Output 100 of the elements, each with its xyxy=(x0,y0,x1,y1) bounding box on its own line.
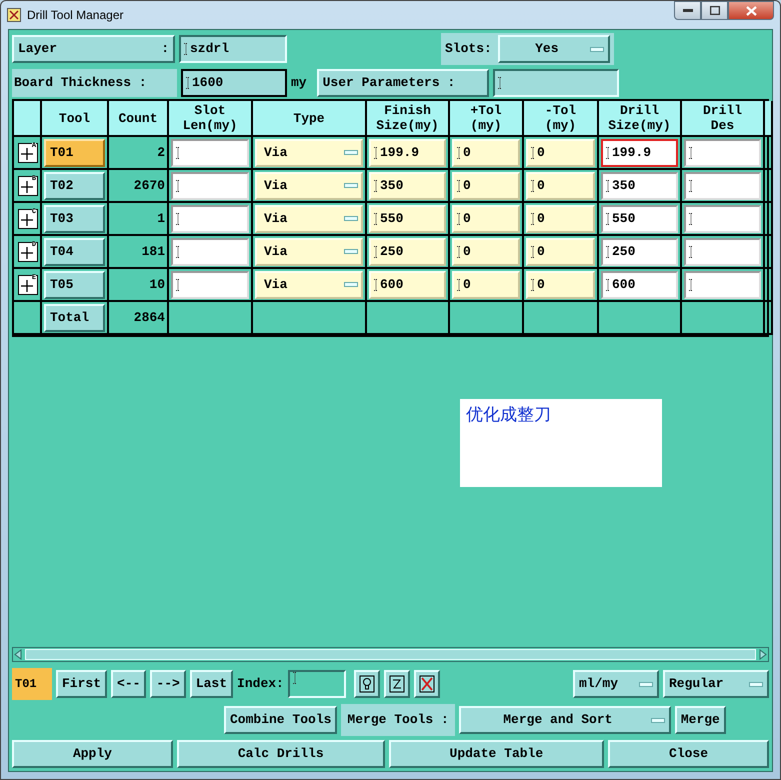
total-button[interactable]: Total xyxy=(44,304,105,332)
text-cursor-icon xyxy=(186,77,190,89)
table-field[interactable] xyxy=(171,172,249,200)
nav-button[interactable]: Last xyxy=(190,670,234,698)
column-header: Drill Size(my) xyxy=(599,101,682,137)
column-header: Finish Size(my) xyxy=(367,101,450,137)
table-field[interactable] xyxy=(684,172,761,200)
slots-label: Slots: xyxy=(445,40,492,58)
tool-button[interactable]: T02 xyxy=(44,172,105,200)
table-field[interactable]: 600 xyxy=(369,270,446,298)
bulb-icon[interactable] xyxy=(358,675,375,693)
user-parameters-button[interactable]: User Parameters : xyxy=(316,69,489,97)
add-icon[interactable] xyxy=(18,274,38,294)
table-field[interactable] xyxy=(684,270,761,298)
text-cursor-icon xyxy=(689,180,693,192)
horizontal-scrollbar[interactable] xyxy=(12,647,769,662)
tool-button[interactable]: T05 xyxy=(44,270,105,298)
close-button[interactable] xyxy=(728,1,774,20)
table-field[interactable]: 0 xyxy=(526,138,595,166)
table-field[interactable]: 0 xyxy=(526,270,595,298)
type-dropdown[interactable]: Via xyxy=(255,238,363,266)
table-field[interactable]: 350 xyxy=(601,172,678,200)
column-header: +Tol (my) xyxy=(450,101,524,137)
maximize-button[interactable] xyxy=(701,1,728,20)
text-cursor-icon xyxy=(176,278,180,290)
table-field[interactable] xyxy=(171,238,249,266)
units-dropdown[interactable]: ml/my xyxy=(573,670,659,698)
table-field[interactable] xyxy=(171,204,249,232)
slots-dropdown[interactable]: Yes xyxy=(498,35,610,63)
board-thickness-field[interactable]: 1600 xyxy=(181,69,287,97)
table-field[interactable]: 250 xyxy=(601,238,678,266)
nav-button[interactable]: --> xyxy=(150,670,186,698)
table-field[interactable] xyxy=(684,138,761,166)
add-icon[interactable] xyxy=(18,142,38,162)
table-field[interactable]: 0 xyxy=(452,172,520,200)
add-icon[interactable] xyxy=(18,242,38,262)
add-icon[interactable] xyxy=(18,176,38,196)
add-icon[interactable] xyxy=(18,208,38,228)
table-field[interactable]: 550 xyxy=(601,204,678,232)
type-dropdown[interactable]: Via xyxy=(255,138,363,166)
column-header: -Tol (my) xyxy=(524,101,599,137)
action-button[interactable]: Apply xyxy=(12,740,173,768)
table-field[interactable]: 199.9 xyxy=(369,138,446,166)
text-cursor-icon xyxy=(176,212,180,224)
tool-button[interactable]: T04 xyxy=(44,238,105,266)
table-field[interactable]: 0 xyxy=(452,238,520,266)
text-cursor-icon xyxy=(606,246,610,258)
column-header: Count xyxy=(109,101,169,137)
type-dropdown[interactable]: Via xyxy=(255,204,363,232)
table-field[interactable]: 0 xyxy=(526,204,595,232)
combine-tools-button[interactable]: Combine Tools xyxy=(224,706,338,734)
text-cursor-icon xyxy=(457,180,461,192)
board-thickness-label: Board Thickness : xyxy=(12,69,177,97)
app-icon xyxy=(7,8,21,22)
text-cursor-icon xyxy=(531,180,535,192)
type-dropdown[interactable]: Via xyxy=(255,172,363,200)
mode-dropdown[interactable]: Regular xyxy=(663,670,769,698)
text-cursor-icon xyxy=(457,212,461,224)
text-cursor-icon xyxy=(689,212,693,224)
delete-icon[interactable] xyxy=(418,675,435,693)
swap-icon[interactable] xyxy=(388,675,405,693)
table-field[interactable] xyxy=(171,138,249,166)
table-field[interactable]: 0 xyxy=(452,204,520,232)
layer-field[interactable]: szdrl xyxy=(179,35,287,63)
table-field[interactable]: 199.9 xyxy=(601,138,678,166)
table-cell: 10 xyxy=(109,269,169,302)
action-button[interactable]: Update Table xyxy=(388,740,604,768)
table-field[interactable]: 0 xyxy=(526,172,595,200)
text-cursor-icon xyxy=(374,146,378,158)
table-field[interactable] xyxy=(684,204,761,232)
maximize-icon xyxy=(710,6,720,15)
scrollbar-thumb[interactable] xyxy=(25,649,756,660)
minimize-button[interactable] xyxy=(674,1,701,20)
table-cell: 2 xyxy=(109,137,169,170)
merge-button[interactable]: Merge xyxy=(674,706,726,734)
table-field[interactable]: 250 xyxy=(369,238,446,266)
merge-dropdown[interactable]: Merge and Sort xyxy=(458,706,671,734)
table-field[interactable]: 550 xyxy=(369,204,446,232)
nav-button[interactable]: First xyxy=(56,670,108,698)
action-button[interactable]: Calc Drills xyxy=(176,740,385,768)
text-cursor-icon xyxy=(531,278,535,290)
table-field[interactable]: 0 xyxy=(452,138,520,166)
scroll-right-icon[interactable] xyxy=(758,649,768,660)
table-field[interactable]: 0 xyxy=(452,270,520,298)
index-field[interactable] xyxy=(288,670,346,698)
table-field[interactable] xyxy=(171,270,249,298)
table-field[interactable] xyxy=(684,238,761,266)
note-text: 优化成整刀 xyxy=(460,399,662,487)
type-dropdown[interactable]: Via xyxy=(255,270,363,298)
table-field[interactable]: 350 xyxy=(369,172,446,200)
table-field[interactable]: 0 xyxy=(526,238,595,266)
text-cursor-icon xyxy=(689,278,693,290)
scroll-left-icon[interactable] xyxy=(13,649,23,660)
action-button[interactable]: Close xyxy=(608,740,769,768)
tool-button[interactable]: T03 xyxy=(44,204,105,232)
user-parameters-field[interactable] xyxy=(492,69,619,97)
nav-button[interactable]: <-- xyxy=(111,670,146,698)
table-field[interactable]: 600 xyxy=(601,270,678,298)
field-value: szdrl xyxy=(190,40,230,58)
tool-button[interactable]: T01 xyxy=(44,138,105,166)
